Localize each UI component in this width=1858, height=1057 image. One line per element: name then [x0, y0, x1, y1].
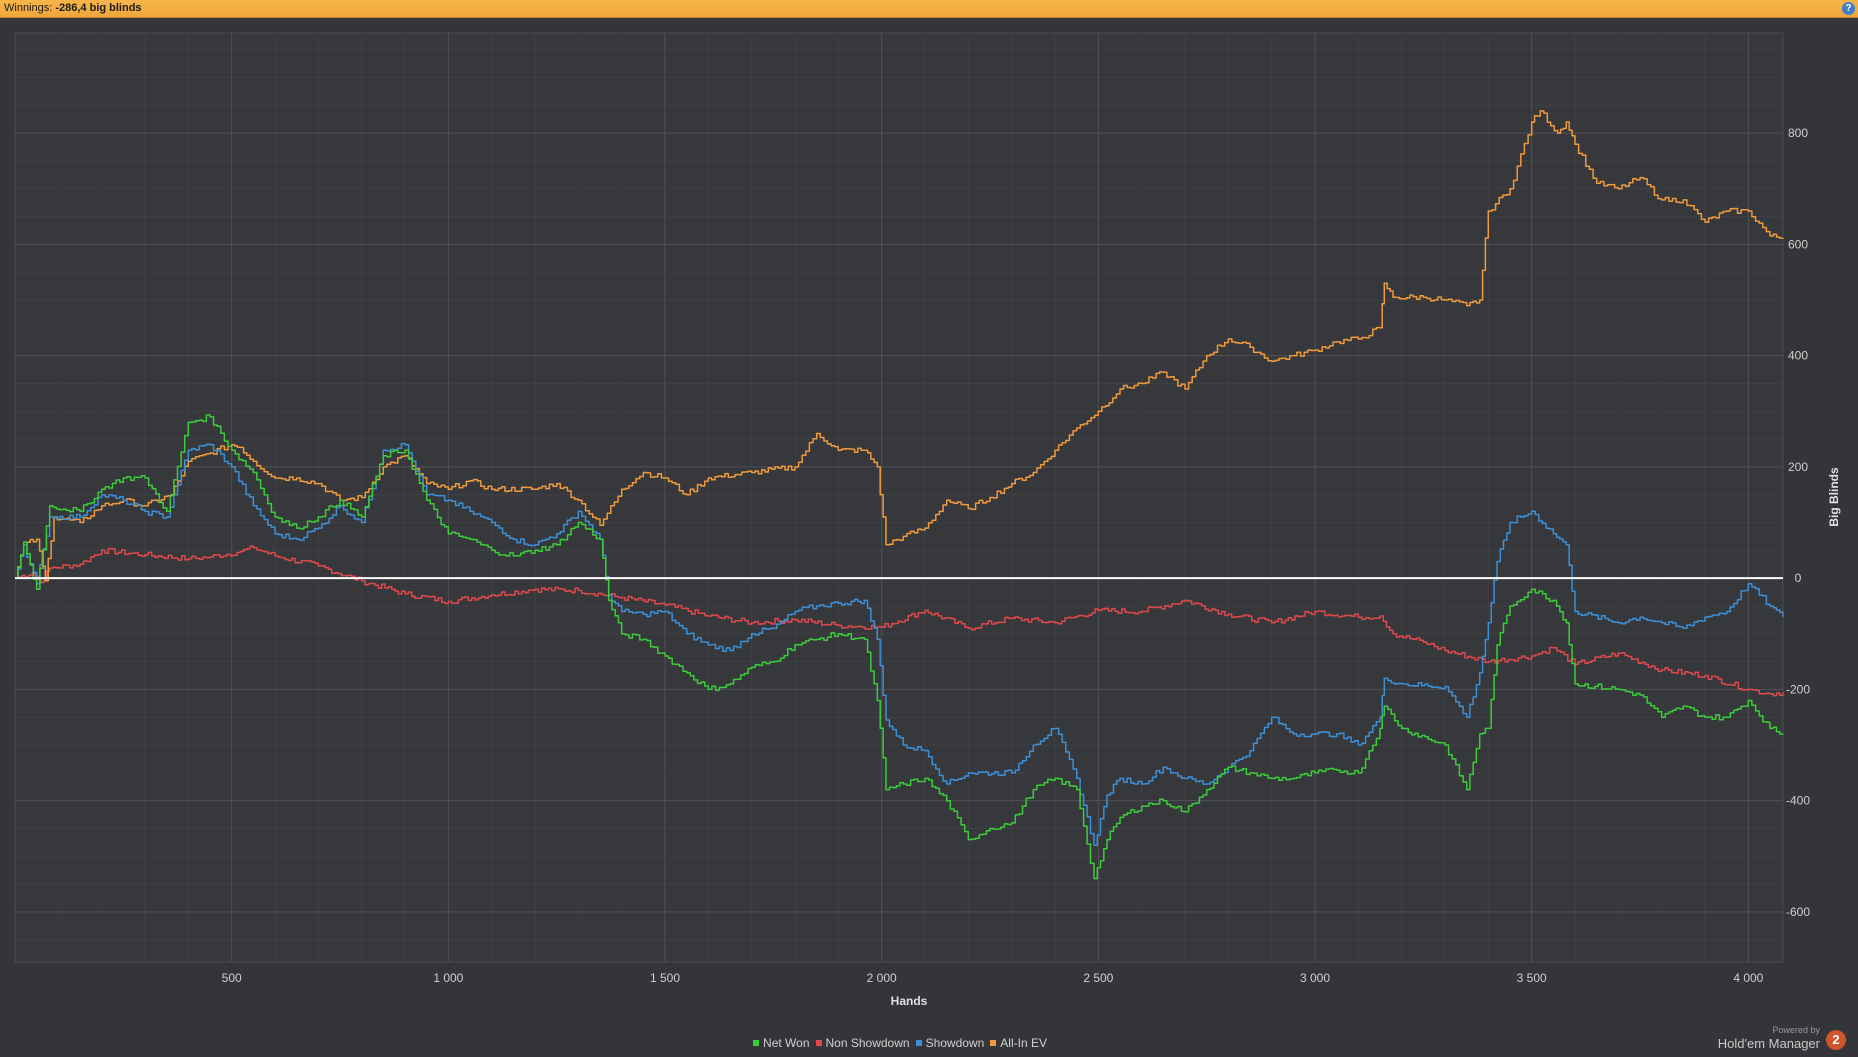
x-tick-label: 3 000	[1300, 971, 1330, 985]
x-tick-label: 2 000	[867, 971, 897, 985]
y-tick-label: -200	[1786, 682, 1810, 696]
x-tick-label: 2 500	[1083, 971, 1113, 985]
y-axis-title: Big Blinds	[1827, 467, 1841, 527]
legend-swatch	[815, 1039, 822, 1046]
x-axis-title: Hands	[891, 994, 928, 1008]
legend-swatch	[915, 1039, 922, 1046]
branding: Powered by Hold'em Manager 2	[1718, 1025, 1846, 1051]
hem2-logo-icon: 2	[1826, 1030, 1846, 1050]
product-name: Hold'em Manager	[1717, 1036, 1820, 1051]
x-tick-label: 1 000	[433, 971, 463, 985]
y-tick-label: 200	[1788, 460, 1808, 474]
x-tick-label: 500	[222, 971, 242, 985]
powered-by-text: Powered by	[1772, 1025, 1820, 1035]
y-tick-label: 600	[1788, 237, 1808, 251]
legend-label: Showdown	[925, 1036, 985, 1050]
legend-label: Net Won	[763, 1036, 810, 1050]
y-tick-label: 0	[1795, 571, 1802, 585]
x-tick-label: 3 500	[1517, 971, 1547, 985]
x-tick-label: 4 000	[1733, 971, 1763, 985]
legend-item[interactable]: Non Showdown	[815, 1036, 910, 1050]
y-tick-label: -400	[1786, 794, 1810, 808]
y-tick-label: -600	[1786, 905, 1810, 919]
legend-item[interactable]: All-In EV	[990, 1036, 1047, 1050]
legend-item[interactable]: Showdown	[915, 1036, 985, 1050]
legend-label: Non Showdown	[825, 1036, 910, 1050]
y-tick-label: 800	[1788, 126, 1808, 140]
y-tick-label: 400	[1788, 349, 1808, 363]
chart-legend: Net Won Non Showdown Showdown All-In EV	[0, 1036, 1800, 1050]
legend-item[interactable]: Net Won	[753, 1036, 810, 1050]
legend-swatch	[753, 1039, 760, 1046]
legend-label: All-In EV	[1000, 1036, 1047, 1050]
winnings-chart: 500 1 000 1 500 2 000 2 500 3 000 3 500 4 000 80…	[14, 32, 1841, 1008]
legend-swatch	[990, 1039, 997, 1046]
x-tick-label: 1 500	[650, 971, 680, 985]
